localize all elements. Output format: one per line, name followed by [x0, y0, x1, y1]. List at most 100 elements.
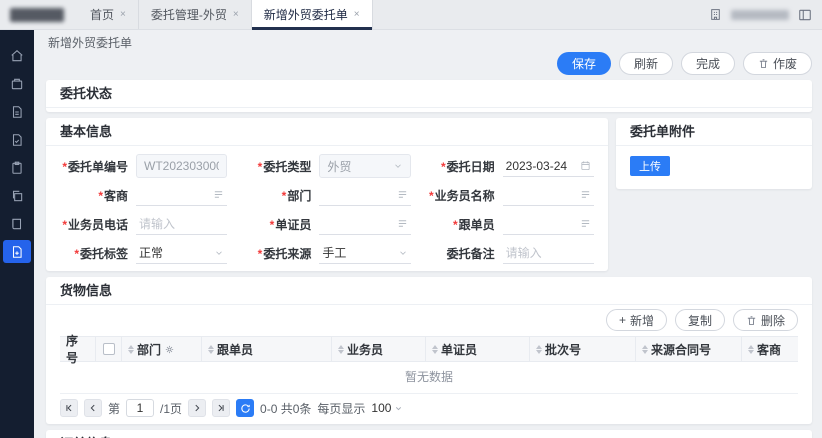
order-no-input[interactable] — [144, 159, 219, 173]
void-label: 作废 — [773, 55, 797, 72]
tab-new-foreign-trade-order[interactable]: 新增外贸委托单 × — [252, 0, 373, 29]
sort-icon — [642, 345, 648, 354]
sidebar-item-documents[interactable] — [3, 100, 31, 123]
sort-icon — [748, 345, 754, 354]
first-page-button[interactable] — [60, 399, 78, 417]
field-label: 委托来源 — [263, 247, 311, 261]
column-batch-no[interactable]: 批次号 — [530, 337, 636, 361]
field-label: 跟单员 — [459, 218, 495, 232]
chevron-down-icon[interactable] — [398, 248, 408, 258]
breadcrumb: 新增外贸委托单 — [48, 34, 812, 52]
column-salesman[interactable]: 业务员 — [332, 337, 426, 361]
close-icon[interactable]: × — [354, 10, 360, 20]
sidebar-item-home[interactable] — [3, 44, 31, 67]
sidebar-item-contracts[interactable] — [3, 184, 31, 207]
sidebar-item-approvals[interactable] — [3, 128, 31, 151]
chevron-down-icon[interactable] — [393, 161, 403, 171]
book-icon — [10, 217, 24, 231]
building-icon[interactable] — [709, 8, 722, 21]
reload-table-button[interactable] — [236, 399, 254, 417]
column-settings-icon[interactable] — [164, 344, 175, 355]
customer-input[interactable] — [139, 188, 209, 202]
column-merchandiser[interactable]: 跟单员 — [202, 337, 332, 361]
lookup-icon[interactable] — [580, 189, 591, 200]
merchandiser-input[interactable] — [506, 217, 576, 231]
status-section-title: 委托状态 — [46, 80, 812, 108]
order-type-input[interactable] — [327, 159, 388, 173]
void-button[interactable]: 作废 — [743, 52, 812, 75]
field-label: 部门 — [287, 189, 311, 203]
remark-field: 委托备注 — [427, 241, 594, 265]
tag-field: *委托标签 — [60, 241, 227, 265]
attachments-section: 委托单附件 上传 — [616, 118, 812, 189]
column-doc-clerk[interactable]: 单证员 — [426, 337, 530, 361]
goods-section: 货物信息 + 新增 复制 删除 序号 部门 — [46, 277, 812, 424]
column-index: 序号 — [60, 337, 96, 361]
tab-home[interactable]: 首页 × — [78, 0, 139, 29]
salesman-name-input[interactable] — [506, 188, 576, 202]
upload-button[interactable]: 上传 — [630, 156, 670, 176]
chevron-down-icon — [394, 404, 403, 413]
refresh-button[interactable]: 刷新 — [619, 52, 673, 75]
empty-state: 暂无数据 — [60, 362, 798, 394]
next-page-button[interactable] — [188, 399, 206, 417]
column-department[interactable]: 部门 — [122, 337, 202, 361]
required-mark: * — [282, 189, 287, 203]
source-select[interactable] — [322, 246, 393, 260]
field-label: 单证员 — [275, 218, 311, 232]
column-select — [96, 337, 122, 361]
top-tab-bar: 首页 × 委托管理-外贸 × 新增外贸委托单 × — [0, 0, 822, 30]
per-page-select[interactable]: 100 — [371, 401, 403, 415]
order-date-field: *委托日期 — [427, 154, 594, 178]
select-all-checkbox[interactable] — [103, 343, 115, 355]
sort-icon — [432, 345, 438, 354]
field-label: 委托单编号 — [68, 160, 128, 174]
field-label: 客商 — [104, 189, 128, 203]
tab-label: 新增外贸委托单 — [264, 6, 348, 23]
sort-icon — [338, 345, 344, 354]
chevron-down-icon[interactable] — [214, 248, 224, 258]
complete-button[interactable]: 完成 — [681, 52, 735, 75]
department-field: *部门 — [243, 183, 410, 207]
copy-row-button[interactable]: 复制 — [675, 309, 725, 331]
basic-info-title: 基本信息 — [46, 118, 608, 146]
page-suffix: /1页 — [160, 400, 182, 417]
lookup-icon[interactable] — [397, 189, 408, 200]
department-input[interactable] — [322, 188, 392, 202]
prev-page-button[interactable] — [84, 399, 102, 417]
required-mark: * — [258, 247, 263, 261]
add-row-button[interactable]: + 新增 — [606, 309, 667, 331]
app-logo-redacted — [10, 8, 64, 22]
tab-commission-management[interactable]: 委托管理-外贸 × — [139, 0, 252, 29]
calendar-icon[interactable] — [580, 160, 591, 171]
required-mark: * — [258, 160, 263, 174]
lookup-icon[interactable] — [213, 189, 224, 200]
per-page-value: 100 — [371, 401, 391, 415]
salesman-phone-input[interactable] — [139, 217, 224, 231]
column-customer[interactable]: 客商 — [742, 337, 798, 361]
remark-input[interactable] — [506, 246, 591, 260]
tag-select[interactable] — [139, 246, 210, 260]
close-icon[interactable]: × — [233, 10, 239, 20]
tab-label: 首页 — [90, 6, 114, 23]
sidebar-item-reports[interactable] — [3, 212, 31, 235]
delete-row-button[interactable]: 删除 — [733, 309, 798, 331]
required-mark: * — [441, 160, 446, 174]
save-button[interactable]: 保存 — [557, 52, 611, 75]
sidebar-item-orders[interactable] — [3, 156, 31, 179]
column-source-contract-no[interactable]: 来源合同号 — [636, 337, 742, 361]
required-mark: * — [62, 218, 67, 232]
sidebar-item-new-commission[interactable] — [3, 240, 31, 263]
lookup-icon[interactable] — [580, 218, 591, 229]
delete-label: 删除 — [761, 312, 785, 329]
order-date-input[interactable] — [506, 159, 576, 173]
page-number-input[interactable] — [126, 399, 154, 417]
layout-icon[interactable] — [798, 8, 812, 22]
close-icon[interactable]: × — [120, 10, 126, 20]
field-label: 业务员名称 — [435, 189, 495, 203]
lookup-icon[interactable] — [397, 218, 408, 229]
status-section: 委托状态 — [46, 80, 812, 112]
sidebar-item-dashboard[interactable] — [3, 72, 31, 95]
doc-clerk-input[interactable] — [322, 217, 392, 231]
last-page-button[interactable] — [212, 399, 230, 417]
